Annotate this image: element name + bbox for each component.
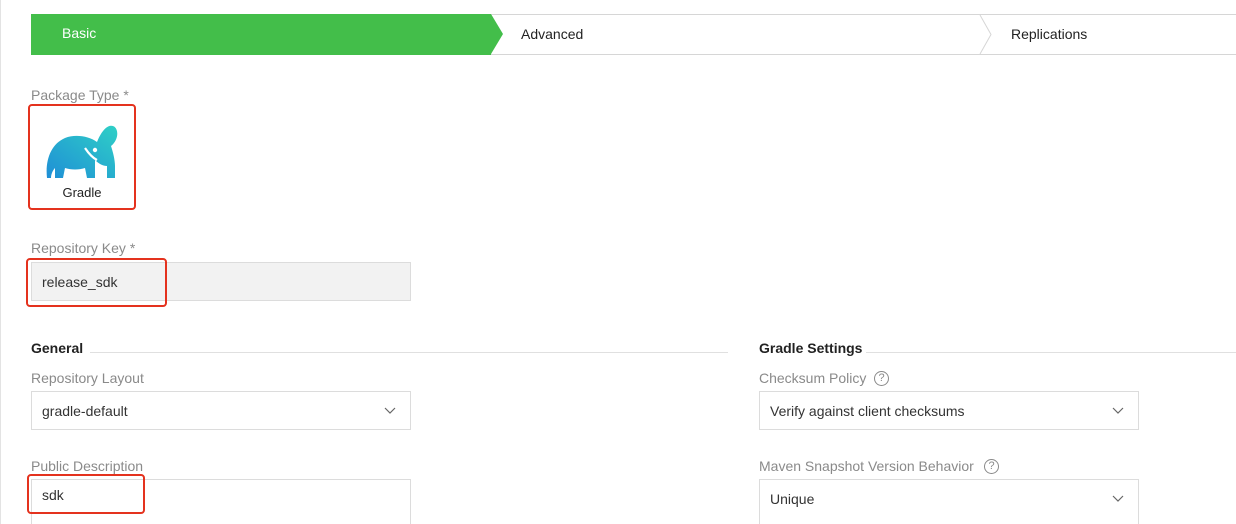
- gradle-settings-divider: [866, 352, 1236, 353]
- repository-key-field[interactable]: release_sdk: [31, 262, 411, 301]
- general-section-divider: [90, 352, 728, 353]
- general-section-title: General: [31, 340, 84, 356]
- package-type-label: Package Type *: [31, 87, 129, 103]
- wizard-steps: Basic Advanced Replications: [31, 14, 1236, 55]
- public-description-field[interactable]: sdk: [31, 479, 411, 524]
- chevron-down-icon: [1112, 407, 1124, 414]
- snapshot-help-icon[interactable]: ?: [984, 459, 999, 474]
- checksum-help-icon[interactable]: ?: [874, 371, 889, 386]
- gradle-settings-title: Gradle Settings: [759, 340, 863, 356]
- step-advanced[interactable]: Advanced: [506, 15, 986, 54]
- snapshot-behavior-select[interactable]: Unique: [759, 479, 1139, 524]
- gradle-elephant-icon: [46, 125, 118, 178]
- step-separator-icon: [979, 15, 992, 54]
- snapshot-behavior-label: Maven Snapshot Version Behavior: [759, 458, 974, 474]
- step-advanced-label: Advanced: [521, 26, 584, 42]
- repository-key-value: release_sdk: [42, 274, 118, 290]
- chevron-down-icon: [1112, 495, 1124, 502]
- public-description-label: Public Description: [31, 458, 144, 474]
- step-replications[interactable]: Replications: [996, 15, 1236, 54]
- checksum-policy-label: Checksum Policy: [759, 370, 867, 386]
- step-replications-label: Replications: [1011, 26, 1088, 42]
- step-basic-label: Basic: [62, 25, 97, 41]
- package-type-name: Gradle: [62, 185, 102, 200]
- package-type-gradle-card[interactable]: Gradle: [28, 104, 136, 210]
- checksum-policy-value: Verify against client checksums: [770, 403, 965, 419]
- chevron-down-icon: [384, 407, 396, 414]
- step-basic[interactable]: Basic: [31, 14, 491, 55]
- checksum-policy-select[interactable]: Verify against client checksums: [759, 391, 1139, 430]
- repository-layout-value: gradle-default: [42, 403, 128, 419]
- snapshot-behavior-value: Unique: [770, 491, 815, 507]
- repository-layout-select[interactable]: gradle-default: [31, 391, 411, 430]
- repository-layout-label: Repository Layout: [31, 370, 144, 386]
- step-basic-arrow: [491, 14, 503, 54]
- repository-key-label: Repository Key *: [31, 240, 136, 256]
- left-border: [0, 0, 1, 524]
- public-description-value: sdk: [42, 487, 64, 503]
